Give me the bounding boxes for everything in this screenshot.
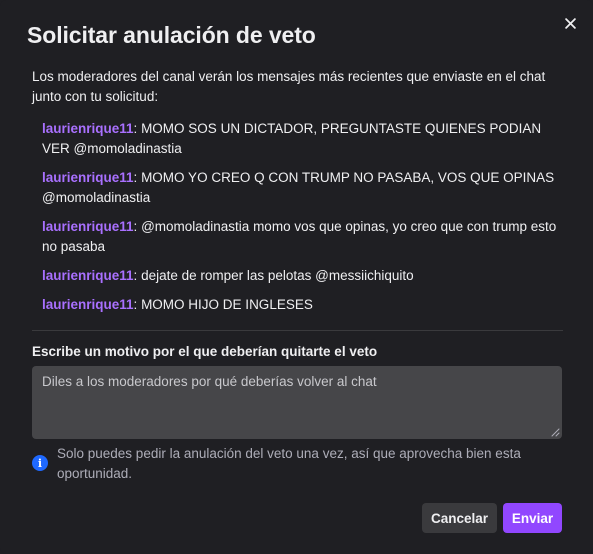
chat-message: laurienrique11: MOMO HIJO DE INGLESES bbox=[42, 295, 562, 315]
cancel-button[interactable]: Cancelar bbox=[422, 503, 497, 533]
chat-username: laurienrique11 bbox=[42, 121, 134, 136]
chat-username: laurienrique11 bbox=[42, 297, 134, 312]
dialog-title: Solicitar anulación de veto bbox=[27, 22, 316, 48]
chat-text: dejate de romper las pelotas @messiichiq… bbox=[141, 268, 414, 283]
chat-message: laurienrique11: dejate de romper las pel… bbox=[42, 266, 562, 286]
resize-grip-icon[interactable] bbox=[551, 428, 560, 437]
close-button[interactable] bbox=[559, 12, 581, 34]
dialog-intro: Los moderadores del canal verán los mens… bbox=[32, 69, 546, 104]
reason-label: Escribe un motivo por el que deberían qu… bbox=[32, 344, 378, 359]
info-icon: i bbox=[32, 455, 48, 471]
chat-message: laurienrique11: @momoladinastia momo vos… bbox=[42, 217, 562, 257]
chat-username: laurienrique11 bbox=[42, 170, 134, 185]
reason-textarea[interactable] bbox=[32, 366, 562, 439]
recent-messages-list: laurienrique11: MOMO SOS UN DICTADOR, PR… bbox=[42, 119, 562, 324]
chat-username: laurienrique11 bbox=[42, 268, 134, 283]
chat-message: laurienrique11: MOMO YO CREO Q CON TRUMP… bbox=[42, 168, 562, 208]
chat-separator: : bbox=[133, 268, 142, 283]
chat-separator: : bbox=[133, 121, 142, 136]
unban-request-dialog: Solicitar anulación de veto Los moderado… bbox=[0, 0, 593, 554]
chat-separator: : bbox=[133, 297, 142, 312]
close-icon bbox=[564, 17, 576, 29]
info-note: i Solo puedes pedir la anulación del vet… bbox=[32, 444, 562, 484]
divider bbox=[32, 330, 563, 331]
chat-text: MOMO HIJO DE INGLESES bbox=[141, 297, 313, 312]
chat-separator: : bbox=[133, 170, 142, 185]
chat-message: laurienrique11: MOMO SOS UN DICTADOR, PR… bbox=[42, 119, 562, 159]
send-button[interactable]: Enviar bbox=[503, 503, 562, 533]
info-text: Solo puedes pedir la anulación del veto … bbox=[57, 446, 521, 481]
chat-separator: : bbox=[133, 219, 142, 234]
chat-username: laurienrique11 bbox=[42, 219, 134, 234]
